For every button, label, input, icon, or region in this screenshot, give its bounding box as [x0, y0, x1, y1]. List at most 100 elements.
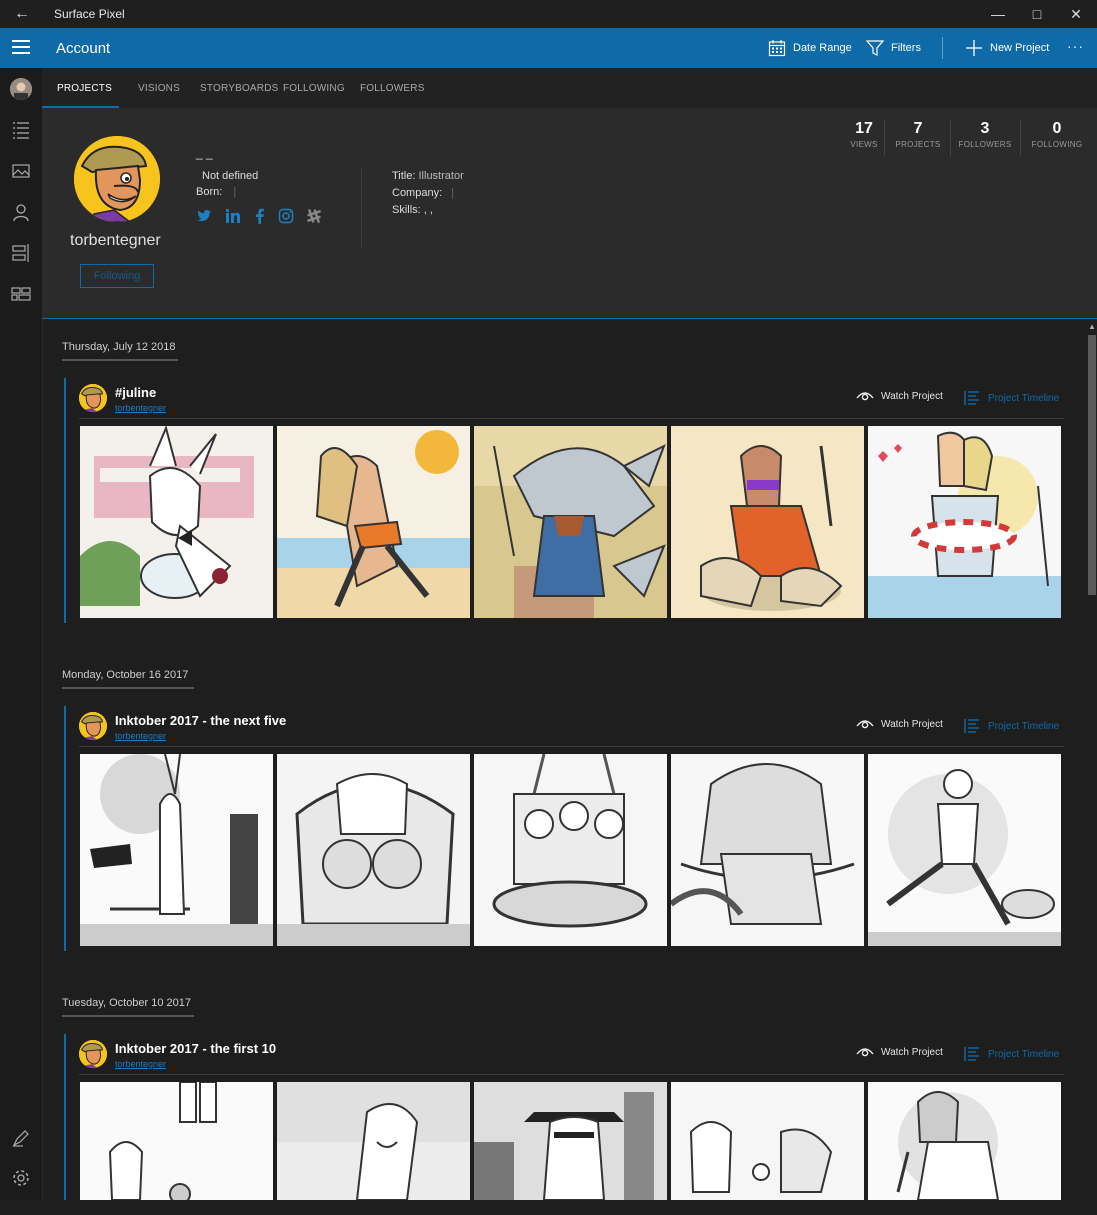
timeline-icon [964, 391, 979, 405]
tab-following[interactable]: FOLLOWING [283, 83, 345, 94]
filters-button[interactable]: Filters [866, 38, 921, 58]
new-project-button[interactable]: New Project [965, 38, 1049, 58]
project-owner-link[interactable]: torbentegner [115, 731, 166, 741]
watch-project-button[interactable]: Watch Project [856, 718, 943, 730]
watch-project-button[interactable]: Watch Project [856, 1046, 943, 1058]
profile-panel: PROJECTS VISIONS STORYBOARDS FOLLOWING F… [42, 68, 1097, 319]
grid-layout-icon[interactable] [11, 284, 31, 304]
scrollbar-thumb[interactable] [1088, 335, 1096, 595]
plus-icon [966, 40, 982, 56]
stat-views: 17 VIEWS [850, 120, 878, 149]
eye-icon [856, 1048, 874, 1057]
tab-projects[interactable]: PROJECTS [57, 83, 112, 94]
project-image[interactable] [80, 1082, 273, 1200]
project-image[interactable] [277, 754, 470, 946]
appbar-separator [942, 37, 943, 59]
eye-icon [856, 392, 874, 401]
twitter-icon[interactable] [196, 208, 212, 224]
date-header: Thursday, July 12 2018 [62, 341, 176, 353]
project-timeline-button[interactable]: Project Timeline [964, 718, 1059, 734]
user-avatar[interactable] [10, 78, 32, 100]
project-title[interactable]: #juline [115, 385, 156, 400]
project-image[interactable] [474, 426, 667, 618]
stat-followers: 3 FOLLOWERS [958, 120, 1012, 149]
project-owner-link[interactable]: torbentegner [115, 403, 166, 413]
tab-followers[interactable]: FOLLOWERS [360, 83, 425, 94]
project-timeline-button[interactable]: Project Timeline [964, 1046, 1059, 1062]
new-project-label: New Project [990, 42, 1050, 54]
project-image[interactable] [671, 426, 864, 618]
more-options-icon[interactable]: ··· [1067, 38, 1084, 54]
project-image[interactable] [80, 426, 273, 618]
project-image[interactable] [671, 1082, 864, 1200]
profile-name: _ _ [196, 146, 213, 160]
project-image[interactable] [277, 426, 470, 618]
stat-divider [884, 120, 885, 156]
project-image[interactable] [868, 1082, 1061, 1200]
project-image[interactable] [868, 426, 1061, 618]
stat-projects: 7 PROJECTS [895, 120, 941, 149]
skills-value: , , [423, 204, 433, 216]
project-owner-avatar[interactable] [79, 384, 107, 412]
born-label: Born: [196, 186, 223, 198]
project-image[interactable] [868, 754, 1061, 946]
project-image[interactable] [474, 1082, 667, 1200]
profile-username: torbentegner [70, 232, 161, 249]
list-icon[interactable] [11, 120, 31, 140]
project-owner-avatar[interactable] [79, 712, 107, 740]
feed-section: Tuesday, October 10 2017 Inktober 2017 -… [42, 975, 1082, 1215]
project-title[interactable]: Inktober 2017 - the next five [115, 713, 286, 728]
page-title: Account [56, 40, 111, 57]
project-title[interactable]: Inktober 2017 - the first 10 [115, 1041, 276, 1056]
stat-divider [1020, 120, 1021, 156]
card-separator [79, 746, 1064, 747]
skills-label: Skills: [392, 204, 421, 216]
card-separator [79, 1074, 1064, 1075]
following-button[interactable]: Following [80, 264, 154, 288]
app-bar: Account Date Range Filters New Project ·… [0, 28, 1097, 68]
linkedin-icon[interactable] [225, 208, 241, 224]
profile-avatar [74, 136, 160, 222]
scroll-up-arrow-icon[interactable]: ▲ [1087, 322, 1097, 332]
project-image[interactable] [474, 754, 667, 946]
project-owner-avatar[interactable] [79, 1040, 107, 1068]
person-icon[interactable] [11, 202, 31, 222]
active-tab-indicator [42, 106, 119, 108]
image-icon[interactable] [11, 161, 31, 181]
facebook-icon[interactable] [252, 208, 268, 224]
window-title: Surface Pixel [54, 7, 125, 21]
back-arrow-icon[interactable]: ← [12, 4, 32, 24]
project-image[interactable] [80, 754, 273, 946]
date-range-label: Date Range [793, 42, 852, 54]
project-image[interactable] [277, 1082, 470, 1200]
pen-icon[interactable] [11, 1128, 31, 1148]
company-label: Company: [392, 187, 443, 199]
card-accent-bar [64, 706, 66, 951]
tab-visions[interactable]: VISIONS [138, 83, 180, 94]
profile-divider [361, 168, 362, 248]
feed-section: Thursday, July 12 2018 #juline torbenteg… [42, 319, 1082, 647]
project-timeline-button[interactable]: Project Timeline [964, 390, 1059, 406]
date-header: Monday, October 16 2017 [62, 669, 189, 681]
navigation-rail [0, 68, 43, 1200]
card-accent-bar [64, 378, 66, 623]
project-image[interactable] [671, 754, 864, 946]
feed-section: Monday, October 16 2017 Inktober 2017 - … [42, 647, 1082, 975]
stat-divider [950, 120, 951, 156]
date-range-button[interactable]: Date Range [768, 38, 852, 58]
date-underline [62, 359, 178, 361]
close-icon[interactable]: ✕ [1053, 0, 1097, 28]
project-card: Inktober 2017 - the first 10 torbentegne… [64, 1034, 1064, 1200]
date-header: Tuesday, October 10 2017 [62, 997, 192, 1009]
instagram-icon[interactable] [278, 208, 294, 224]
project-owner-link[interactable]: torbentegner [115, 1059, 166, 1069]
hamburger-menu-icon[interactable] [12, 40, 30, 56]
project-feed[interactable]: Thursday, July 12 2018 #juline torbenteg… [42, 319, 1097, 1200]
tab-storyboards[interactable]: STORYBOARDS [200, 83, 279, 94]
storyboard-icon[interactable] [11, 243, 31, 263]
slack-icon[interactable] [306, 208, 322, 224]
watch-project-button[interactable]: Watch Project [856, 390, 943, 402]
card-separator [79, 418, 1064, 419]
stat-following: 0 FOLLOWING [1031, 120, 1083, 149]
settings-gear-icon[interactable] [11, 1168, 31, 1188]
